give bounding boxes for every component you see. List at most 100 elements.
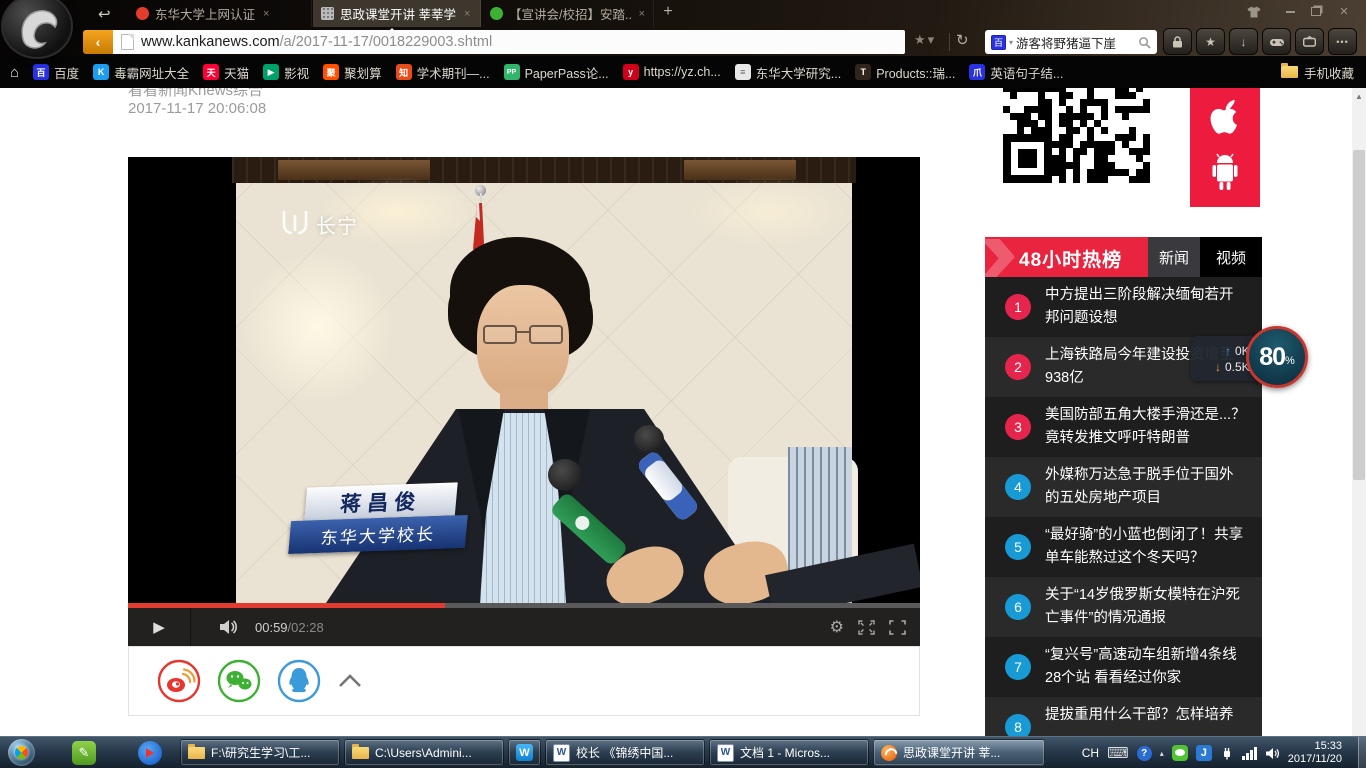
browser-search-box[interactable]: 百 ▾ bbox=[985, 30, 1157, 54]
play-icon bbox=[146, 748, 159, 758]
taskbar-folder-1[interactable]: F:\研究生学习\工... bbox=[180, 739, 340, 766]
taskbar-word-1[interactable]: W 校长 《锦绣中国... bbox=[545, 739, 705, 766]
bookmark-juhuasuan[interactable]: 聚聚划算 bbox=[323, 63, 382, 82]
weibo-share-button[interactable] bbox=[157, 659, 201, 703]
bookmark-tmall[interactable]: 天天猫 bbox=[203, 63, 249, 82]
hotlist-item[interactable]: 3 美国防部五角大楼手滑还是...？竟转发推文呼吁特朗普 bbox=[985, 397, 1262, 457]
wechat-tray-icon[interactable] bbox=[1172, 745, 1188, 761]
bookmark-favicon: 知 bbox=[396, 64, 412, 80]
video-center-button[interactable] bbox=[1295, 28, 1324, 55]
bookmark-journal[interactable]: 知学术期刊—... bbox=[396, 63, 490, 82]
hotlist-item-text[interactable]: 中方提出三阶段解决缅甸若开邦问题设想 bbox=[1045, 284, 1247, 330]
security-lock-button[interactable] bbox=[1163, 28, 1192, 55]
word-icon: W bbox=[553, 744, 570, 762]
taskbar-word-2[interactable]: W 文档 1 - Micros... bbox=[709, 739, 869, 766]
search-engine-caret-icon[interactable]: ▾ bbox=[1009, 38, 1013, 47]
hotlist-item-text[interactable]: “复兴号”高速动车组新增4条线28个站 看看经过你家 bbox=[1045, 644, 1247, 690]
bookmark-products[interactable]: TProducts::瑞... bbox=[855, 63, 955, 82]
tab-close-icon[interactable]: × bbox=[464, 8, 470, 20]
bookmark-duba[interactable]: K毒霸网址大全 bbox=[93, 63, 189, 82]
taskbar-browser-active[interactable]: 思政课堂开讲 莘... bbox=[873, 739, 1045, 766]
collapse-chevron-icon[interactable] bbox=[337, 673, 363, 689]
mobile-favorites[interactable]: 手机收藏 bbox=[1281, 56, 1354, 88]
close-button[interactable]: × bbox=[1332, 3, 1356, 20]
tab-close-icon[interactable]: × bbox=[263, 8, 269, 20]
menu-more-button[interactable]: ••• bbox=[1328, 28, 1357, 55]
hotlist-item[interactable]: 4 外媒称万达急于脱手位于国外的五处房地产项目 bbox=[985, 457, 1262, 517]
wechat-share-button[interactable] bbox=[217, 659, 261, 703]
bookmark-english[interactable]: 爪英语句子结... bbox=[969, 63, 1063, 82]
taskbar-clock[interactable]: 15:33 2017/11/20 bbox=[1288, 740, 1342, 766]
new-tab-button[interactable]: + bbox=[655, 3, 681, 23]
page-scrollbar[interactable]: ▲ bbox=[1352, 88, 1366, 736]
download-button[interactable]: ↓ bbox=[1229, 28, 1258, 55]
android-icon[interactable] bbox=[1207, 151, 1243, 193]
video-player[interactable]: 长宁 蒋昌俊 东华大学校长 bbox=[128, 157, 920, 603]
browser-tab-3[interactable]: 【宣讲会/校招】安踏... × bbox=[482, 0, 654, 27]
memory-usage-badge[interactable]: 80 % bbox=[1246, 326, 1308, 388]
power-plug-icon[interactable] bbox=[1220, 746, 1234, 760]
hotlist-item-text[interactable]: 关于“14岁俄罗斯女模特在沪死亡事件”的情况通报 bbox=[1045, 584, 1247, 630]
hotlist-item[interactable]: 7 “复兴号”高速动车组新增4条线28个站 看看经过你家 bbox=[985, 637, 1262, 697]
hotlist-item[interactable]: 6 关于“14岁俄罗斯女模特在沪死亡事件”的情况通报 bbox=[985, 577, 1262, 637]
taskbar-wps[interactable]: W bbox=[508, 739, 541, 766]
keyboard-icon[interactable]: ⌨ bbox=[1107, 744, 1129, 762]
taskbar-folder-2[interactable]: C:\Users\Admini... bbox=[344, 739, 504, 766]
rank-badge: 3 bbox=[1005, 414, 1031, 440]
bookmark-dhu[interactable]: ≡东华大学研究... bbox=[735, 63, 841, 82]
hotlist-item[interactable]: 1 中方提出三阶段解决缅甸若开邦问题设想 bbox=[985, 277, 1262, 337]
minimize-button[interactable] bbox=[1278, 3, 1302, 20]
scrollbar-thumb[interactable] bbox=[1353, 150, 1365, 480]
hotlist-tab-video[interactable]: 视频 bbox=[1200, 237, 1262, 277]
bookmark-baidu[interactable]: 百百度 bbox=[33, 63, 79, 82]
home-icon[interactable]: ⌂ bbox=[10, 64, 19, 81]
input-method-tray-icon[interactable]: J bbox=[1196, 745, 1212, 761]
scroll-up-arrow[interactable]: ▲ bbox=[1355, 92, 1363, 101]
hotlist-item-text[interactable]: 外媒称万达急于脱手位于国外的五处房地产项目 bbox=[1045, 464, 1247, 510]
skin-button[interactable] bbox=[1242, 3, 1266, 20]
bookmark-star-icon[interactable]: ★▾ bbox=[914, 32, 936, 48]
channel-watermark-label: 长宁 bbox=[316, 210, 358, 239]
hotlist-tab-news[interactable]: 新闻 bbox=[1148, 237, 1200, 277]
rank-badge: 4 bbox=[1005, 474, 1031, 500]
quicklaunch-coreldraw[interactable]: ✎ bbox=[72, 741, 96, 765]
help-icon[interactable]: ? bbox=[1137, 746, 1152, 761]
language-indicator[interactable]: CH bbox=[1082, 746, 1099, 760]
baidu-search-icon[interactable]: 百 bbox=[991, 35, 1006, 50]
search-input[interactable] bbox=[1016, 35, 1135, 49]
restore-button[interactable] bbox=[1304, 3, 1328, 20]
play-button[interactable]: ▶ bbox=[128, 608, 191, 646]
hotlist-item-text[interactable]: “最好骑”的小蓝也倒闭了！共享单车能熬过这个冬天吗？ bbox=[1045, 524, 1247, 570]
bookmark-paperpass[interactable]: PPPaperPass论... bbox=[504, 63, 609, 82]
search-magnifier-icon[interactable] bbox=[1138, 36, 1151, 49]
tab-back-icon[interactable]: ↩ bbox=[98, 5, 111, 23]
qq-share-button[interactable] bbox=[277, 659, 321, 703]
address-bar[interactable]: www.kankanews.com/a/2017-11-17/001822900… bbox=[113, 30, 905, 54]
hotlist-item[interactable]: 5 “最好骑”的小蓝也倒闭了！共享单车能熬过这个冬天吗？ bbox=[985, 517, 1262, 577]
video-controls: ▶ 00:59/02:28 ⚙ bbox=[128, 608, 920, 646]
hotlist-item-text[interactable]: 提拔重用什么干部？怎样培养 bbox=[1045, 704, 1247, 727]
settings-gear-icon[interactable]: ⚙ bbox=[830, 617, 844, 637]
tab-close-icon[interactable]: × bbox=[639, 8, 645, 20]
favorites-button[interactable]: ★ bbox=[1196, 28, 1225, 55]
volume-button[interactable] bbox=[219, 619, 239, 635]
refresh-icon[interactable]: ↻ bbox=[956, 31, 969, 49]
apple-ios-icon[interactable] bbox=[1208, 98, 1242, 138]
volume-tray-icon[interactable] bbox=[1265, 747, 1280, 760]
quicklaunch-player[interactable] bbox=[138, 741, 162, 765]
browser-tab-1[interactable]: 东华大学上网认证 × bbox=[128, 0, 312, 27]
start-button[interactable] bbox=[8, 739, 35, 766]
games-button[interactable] bbox=[1262, 28, 1291, 55]
hidden-icons-arrow[interactable]: ▴ bbox=[1160, 749, 1164, 758]
share-bar bbox=[128, 646, 920, 716]
network-signal-icon[interactable] bbox=[1242, 747, 1257, 760]
hotlist-item-text[interactable]: 美国防部五角大楼手滑还是...？竟转发推文呼吁特朗普 bbox=[1045, 404, 1247, 450]
screen: 看看新闻Knews综合 2017-11-17 20:06:08 长宁 bbox=[0, 0, 1366, 768]
bookmark-yz[interactable]: yhttps://yz.ch... bbox=[623, 64, 721, 80]
show-desktop-button[interactable] bbox=[1358, 737, 1366, 768]
fullscreen-icon[interactable] bbox=[889, 620, 906, 635]
back-button[interactable]: ‹ bbox=[83, 30, 113, 54]
theater-mode-icon[interactable] bbox=[858, 620, 875, 635]
cheetah-browser-logo[interactable] bbox=[1, 0, 73, 59]
bookmark-video[interactable]: ▶影视 bbox=[263, 63, 309, 82]
